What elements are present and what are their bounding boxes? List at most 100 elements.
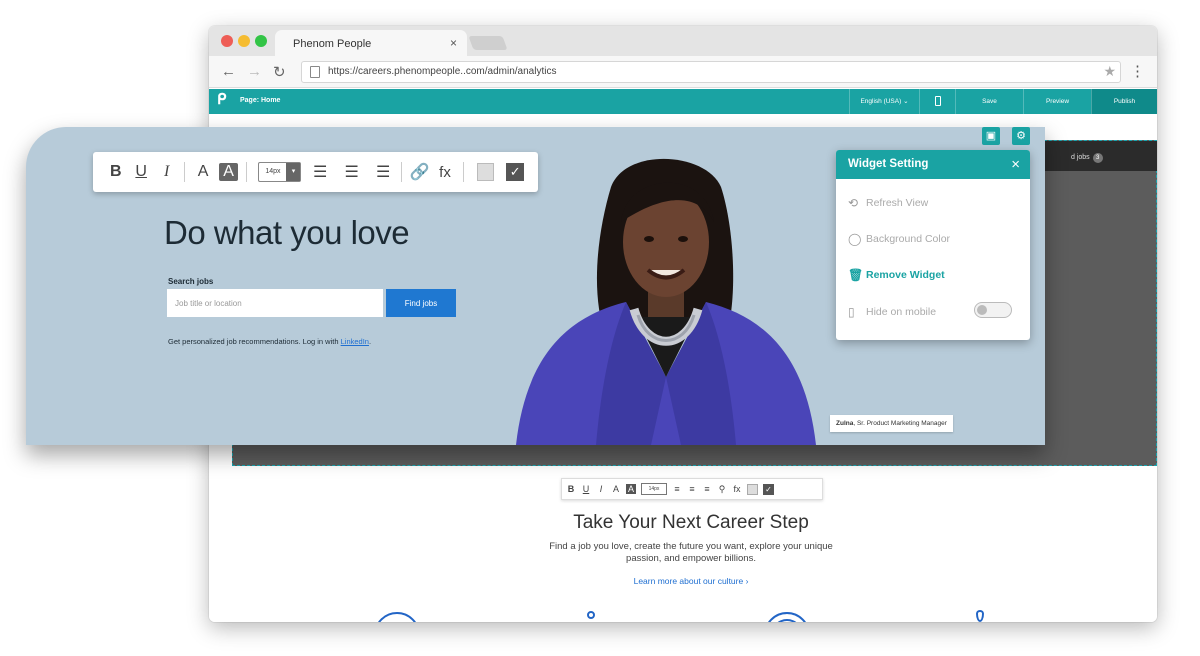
mini-underline-button[interactable]: U	[581, 484, 591, 494]
image-settings-icon[interactable]: ▣	[982, 127, 1000, 145]
linkedin-link[interactable]: LinkedIn	[341, 337, 369, 346]
page-label: Page: Home	[240, 97, 281, 104]
browser-tab[interactable]: Phenom People ×	[275, 30, 467, 56]
personalize-suffix: .	[368, 337, 372, 346]
mobile-icon: ▯	[848, 305, 855, 319]
mobile-device-icon	[934, 96, 941, 107]
mini-confirm-button[interactable]: ✓	[763, 483, 774, 495]
mini-link-icon[interactable]: ⚲	[717, 484, 727, 495]
screenshot-stage: Phenom People × ← → ↻ https://careers.ph…	[0, 0, 1200, 656]
caption-name: Zulna	[836, 420, 854, 427]
drop-icon: ◯	[848, 232, 862, 246]
search-jobs-label: Search jobs	[168, 277, 214, 286]
widget-settings-header: Widget Setting ×	[836, 150, 1030, 179]
highlight-color-icon[interactable]: A	[218, 163, 239, 181]
minimize-window-dot[interactable]	[238, 35, 250, 47]
text-format-toolbar-small: B U I A A 14px ≡ ≡ ≡ ⚲ fx ✓	[561, 478, 823, 500]
caption-role: , Sr. Product Marketing Manager	[853, 420, 947, 427]
refresh-icon: ⟲	[848, 196, 859, 210]
back-arrow-icon[interactable]: ←	[221, 63, 236, 80]
refresh-view-option[interactable]: ⟲ Refresh View	[848, 196, 928, 210]
hide-on-mobile-toggle[interactable]	[974, 302, 1012, 318]
remove-widget-label: Remove Widget	[866, 269, 945, 281]
toolbar-divider-2	[246, 162, 248, 182]
close-window-dot[interactable]	[221, 35, 233, 47]
italic-button[interactable]: I	[154, 163, 179, 181]
bold-button[interactable]: B	[103, 163, 128, 181]
refresh-view-label: Refresh View	[866, 197, 929, 209]
jobs-count-badge: 3	[1092, 153, 1103, 163]
widget-settings-title: Widget Setting	[848, 158, 929, 170]
mini-font-size-select[interactable]: 14px	[641, 483, 667, 495]
background-color-option[interactable]: ◯ Background Color	[848, 232, 950, 246]
fx-button[interactable]: fx	[432, 164, 457, 181]
photo-caption: Zulna, Sr. Product Marketing Manager	[830, 415, 953, 432]
job-search-input[interactable]	[167, 289, 383, 317]
career-section-title: Take Your Next Career Step	[573, 512, 809, 533]
phenom-logo-icon: ᑭ	[217, 91, 227, 108]
mini-align-right-icon[interactable]: ≡	[702, 484, 712, 494]
saved-jobs-text: d jobs	[1071, 154, 1090, 161]
tab-strip: Phenom People ×	[209, 26, 1157, 56]
hide-on-mobile-label: Hide on mobile	[866, 306, 937, 318]
mobile-preview-button[interactable]	[919, 89, 955, 114]
mini-clear-button[interactable]	[747, 483, 758, 495]
mini-highlight-icon[interactable]: A	[626, 484, 636, 494]
browser-toolbar: ← → ↻ https://careers.phenompeople..com/…	[209, 56, 1157, 88]
toolbar-divider-3	[400, 162, 402, 182]
toolbar-divider-4	[462, 162, 464, 182]
mini-align-center-icon[interactable]: ≡	[687, 484, 697, 494]
hide-on-mobile-option[interactable]: ▯ Hide on mobile	[848, 305, 936, 319]
gear-icon[interactable]: ⚙	[1012, 127, 1030, 145]
widget-settings-panel: Widget Setting × ⟲ Refresh View ◯ Backgr…	[836, 150, 1030, 340]
find-jobs-button[interactable]: Find jobs	[386, 289, 456, 317]
toolbar-divider	[184, 162, 186, 182]
close-icon[interactable]: ×	[1011, 150, 1020, 179]
font-size-select[interactable]: 14px ▾	[258, 162, 302, 182]
text-format-toolbar: B U I A A 14px ▾ ☰ ☰ ☰ 🔗 fx ✓	[93, 152, 538, 192]
save-button[interactable]: Save	[955, 89, 1023, 114]
bookmark-star-icon[interactable]: ★	[1103, 63, 1116, 80]
font-color-icon[interactable]: A	[190, 163, 215, 181]
address-bar[interactable]: https://careers.phenompeople..com/admin/…	[301, 61, 1121, 83]
align-center-icon[interactable]: ☰	[339, 162, 364, 182]
forward-arrow-icon[interactable]: →	[247, 63, 262, 80]
new-tab-button[interactable]	[468, 36, 508, 50]
publish-button[interactable]: Publish	[1091, 89, 1157, 114]
align-right-icon[interactable]: ☰	[370, 162, 395, 182]
align-left-icon[interactable]: ☰	[307, 162, 332, 182]
personalize-prefix: Get personalized job recommendations. Lo…	[168, 337, 341, 346]
maximize-window-dot[interactable]	[255, 35, 267, 47]
trash-icon: 🗑	[848, 268, 864, 282]
learn-more-link[interactable]: Learn more about our culture ›	[209, 576, 1157, 586]
mini-fx-button[interactable]: fx	[732, 484, 742, 494]
mini-bold-button[interactable]: B	[566, 484, 576, 494]
feature-drop-icon	[976, 610, 984, 622]
personalize-text: Get personalized job recommendations. Lo…	[168, 337, 371, 346]
font-size-value: 14px	[265, 168, 281, 175]
reload-icon[interactable]: ↻	[273, 63, 286, 81]
mini-font-color-icon[interactable]: A	[611, 484, 621, 494]
page-icon	[310, 66, 320, 78]
link-icon[interactable]: 🔗	[407, 162, 432, 182]
saved-jobs-label[interactable]: d jobs 3	[1071, 153, 1103, 163]
feature-pin-icon	[587, 611, 595, 619]
browser-menu-icon[interactable]: ⋮	[1130, 62, 1145, 80]
feature-target-icon	[764, 612, 810, 622]
mini-italic-button[interactable]: I	[596, 484, 606, 494]
language-selector[interactable]: English (USA) ⌄	[849, 89, 919, 114]
cms-app-bar: ᑭ Page: Home English (USA) ⌄ Save Previe…	[209, 89, 1157, 114]
career-section-description: Find a job you love, create the future y…	[549, 541, 833, 564]
remove-widget-option[interactable]: 🗑 Remove Widget	[848, 268, 945, 282]
chevron-down-icon: ▾	[286, 163, 301, 181]
tab-title: Phenom People	[293, 38, 372, 50]
url-text: https://careers.phenompeople..com/admin/…	[328, 66, 557, 77]
mini-align-left-icon[interactable]: ≡	[672, 484, 682, 494]
underline-button[interactable]: U	[128, 163, 153, 181]
feature-circle-icon	[374, 612, 420, 622]
toggle-knob	[977, 305, 987, 315]
background-color-label: Background Color	[866, 233, 951, 245]
hero-heading[interactable]: Do what you love	[164, 214, 410, 252]
preview-button[interactable]: Preview	[1023, 89, 1091, 114]
tab-close-icon[interactable]: ×	[450, 36, 457, 50]
